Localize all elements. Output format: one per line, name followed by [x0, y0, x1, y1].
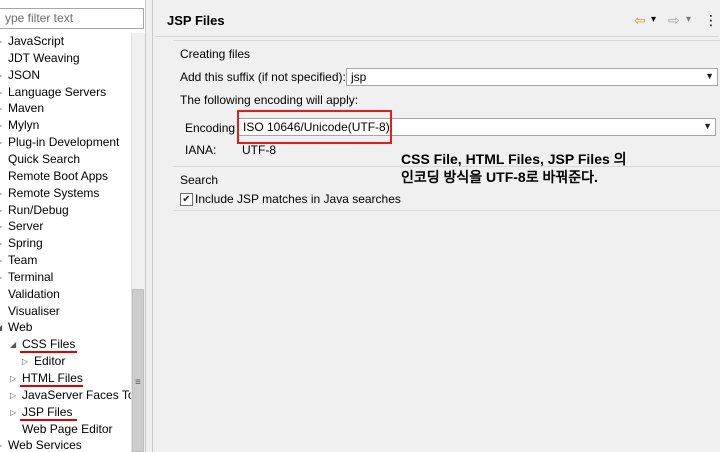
encoding-highlight-box	[237, 110, 392, 144]
tree-item[interactable]: ▷ Editor	[0, 353, 131, 370]
tree-item[interactable]: ▷ HTML Files	[0, 370, 131, 387]
tree-item-label: Plug-in Development	[8, 135, 120, 149]
collapsed-twistie-icon[interactable]: ▷	[10, 370, 16, 387]
tree-item-label: Maven	[8, 101, 45, 115]
tree-item-label: Web	[8, 320, 33, 334]
creating-files-group-label: Creating files	[180, 47, 251, 61]
tree-item[interactable]: ▷ Team	[0, 252, 131, 269]
tree-item-label: JavaServer Faces Too	[22, 388, 142, 402]
tree-item[interactable]: ▷ Remote Systems	[0, 185, 131, 202]
jsp-files-preference-page: JSP Files ⇦ ▾ ⇨ ▾ ⋮ Creating files Add t…	[152, 0, 720, 452]
collapsed-twistie-icon[interactable]: ▷	[0, 134, 2, 151]
tree-item[interactable]: ◢ Web	[0, 319, 131, 336]
collapsed-twistie-icon[interactable]: ▷	[0, 100, 2, 117]
title-separator	[155, 36, 719, 37]
tree-item[interactable]: ▷ Server	[0, 218, 131, 235]
collapsed-twistie-icon[interactable]: ▷	[22, 353, 28, 370]
page-nav-toolbar: ⇦ ▾ ⇨ ▾ ⋮	[634, 11, 718, 29]
tree-item-label: Quick Search	[8, 152, 81, 166]
tree-item-label: Editor	[34, 354, 66, 368]
scrollbar-grip-icon: ≡	[135, 377, 141, 388]
tree-item[interactable]: ▷ JSP Files	[0, 404, 131, 421]
tree-item-label: Validation	[8, 287, 60, 301]
tree-item[interactable]: Web Page Editor	[0, 421, 131, 438]
search-group-bottom	[173, 210, 720, 211]
tree-item-label: Web Services	[8, 438, 82, 452]
iana-value: UTF-8	[242, 143, 276, 157]
collapsed-twistie-icon[interactable]: ▷	[0, 67, 2, 84]
collapsed-twistie-icon[interactable]: ▷	[0, 252, 2, 269]
tree-item-label: Remote Boot Apps	[8, 169, 109, 183]
tree-item-label: Language Servers	[8, 85, 107, 99]
annotation-note: CSS File, HTML Files, JSP Files 의 인코딩 방식…	[401, 150, 627, 186]
tree-item-label: Mylyn	[8, 118, 40, 132]
tree-item-label: Run/Debug	[8, 203, 69, 217]
annotation-line-2: 인코딩 방식을 UTF-8로 바꿔준다.	[401, 169, 598, 185]
tree-item[interactable]: ▷ Plug-in Development	[0, 134, 131, 151]
iana-label: IANA:	[185, 143, 217, 157]
back-arrow-icon[interactable]: ⇦	[634, 11, 646, 29]
tree-item[interactable]: ▷ Spring	[0, 235, 131, 252]
collapsed-twistie-icon[interactable]: ▷	[0, 235, 2, 252]
collapsed-twistie-icon[interactable]: ▷	[0, 269, 2, 286]
tree-item[interactable]: ▷ JSON	[0, 67, 131, 84]
creating-files-group-border	[173, 40, 720, 41]
preferences-tree-panel: ype filter text ▷JavaScriptJDT Weaving▷J…	[0, 0, 146, 452]
tree-item[interactable]: ▷ Mylyn	[0, 117, 131, 134]
tree-item-label: Remote Systems	[8, 186, 100, 200]
tree-item[interactable]: ▷ Terminal	[0, 269, 131, 286]
tree-item-label: Visualiser	[8, 304, 60, 318]
suffix-combo[interactable]: jsp ▼	[346, 68, 718, 86]
tree-item-label: Web Page Editor	[22, 422, 113, 436]
tree-item-label: Terminal	[8, 270, 54, 284]
tree-item-label: Spring	[8, 236, 43, 250]
chevron-down-icon: ▼	[703, 121, 712, 131]
tree-item-label: Team	[8, 253, 38, 267]
search-group-label: Search	[180, 173, 219, 187]
tree-item[interactable]: ▷ Web Services	[0, 437, 131, 452]
collapsed-twistie-icon[interactable]: ▷	[0, 33, 2, 50]
forward-dropdown-icon[interactable]: ▾	[686, 11, 691, 29]
collapsed-twistie-icon[interactable]: ▷	[0, 202, 2, 219]
tree-item[interactable]: ▷ Run/Debug	[0, 202, 131, 219]
tree-item[interactable]: Visualiser	[0, 303, 131, 320]
tree-item[interactable]: ◢ CSS Files	[0, 336, 131, 353]
page-title: JSP Files	[167, 13, 225, 28]
tree-item-label: JDT Weaving	[8, 51, 80, 65]
include-jsp-checkbox[interactable]: ✔	[180, 193, 193, 206]
tree-item-label: JavaScript	[8, 34, 65, 48]
view-menu-icon[interactable]: ⋮	[704, 11, 718, 29]
collapsed-twistie-icon[interactable]: ▷	[10, 404, 16, 421]
suffix-label: Add this suffix (if not specified):	[180, 70, 346, 84]
include-jsp-label[interactable]: Include JSP matches in Java searches	[195, 192, 401, 206]
tree-item[interactable]: ▷ JavaScript	[0, 33, 131, 50]
tree-item-label: Server	[8, 219, 44, 233]
tree-item[interactable]: ▷ JavaServer Faces Too	[0, 387, 141, 404]
encoding-label: Encoding	[185, 121, 236, 135]
tree-item[interactable]: ▷ Maven	[0, 100, 131, 117]
tree-item[interactable]: Validation	[0, 286, 131, 303]
expanded-twistie-icon[interactable]: ◢	[10, 336, 16, 353]
back-dropdown-icon[interactable]: ▾	[651, 11, 656, 29]
check-icon: ✔	[182, 194, 191, 205]
forward-arrow-icon[interactable]: ⇨	[668, 11, 680, 29]
suffix-value: jsp	[351, 70, 367, 84]
tree-scrollbar-thumb[interactable]	[132, 289, 144, 452]
collapsed-twistie-icon[interactable]: ▷	[0, 117, 2, 134]
tree-item[interactable]: JDT Weaving	[0, 50, 131, 67]
tree-item[interactable]: Quick Search	[0, 151, 131, 168]
collapsed-twistie-icon[interactable]: ▷	[0, 218, 2, 235]
collapsed-twistie-icon[interactable]: ▷	[0, 84, 2, 101]
collapsed-twistie-icon[interactable]: ▷	[10, 387, 16, 404]
chevron-down-icon: ▼	[705, 71, 714, 81]
tree-item[interactable]: Remote Boot Apps	[0, 168, 131, 185]
tree-item[interactable]: ▷ Language Servers	[0, 84, 131, 101]
expanded-twistie-icon[interactable]: ◢	[0, 319, 2, 336]
encoding-note: The following encoding will apply:	[180, 93, 359, 107]
tree-item-label: JSON	[8, 68, 41, 82]
search-group-border	[173, 166, 720, 167]
filter-input[interactable]: ype filter text	[0, 8, 144, 29]
collapsed-twistie-icon[interactable]: ▷	[0, 437, 2, 452]
collapsed-twistie-icon[interactable]: ▷	[0, 185, 2, 202]
